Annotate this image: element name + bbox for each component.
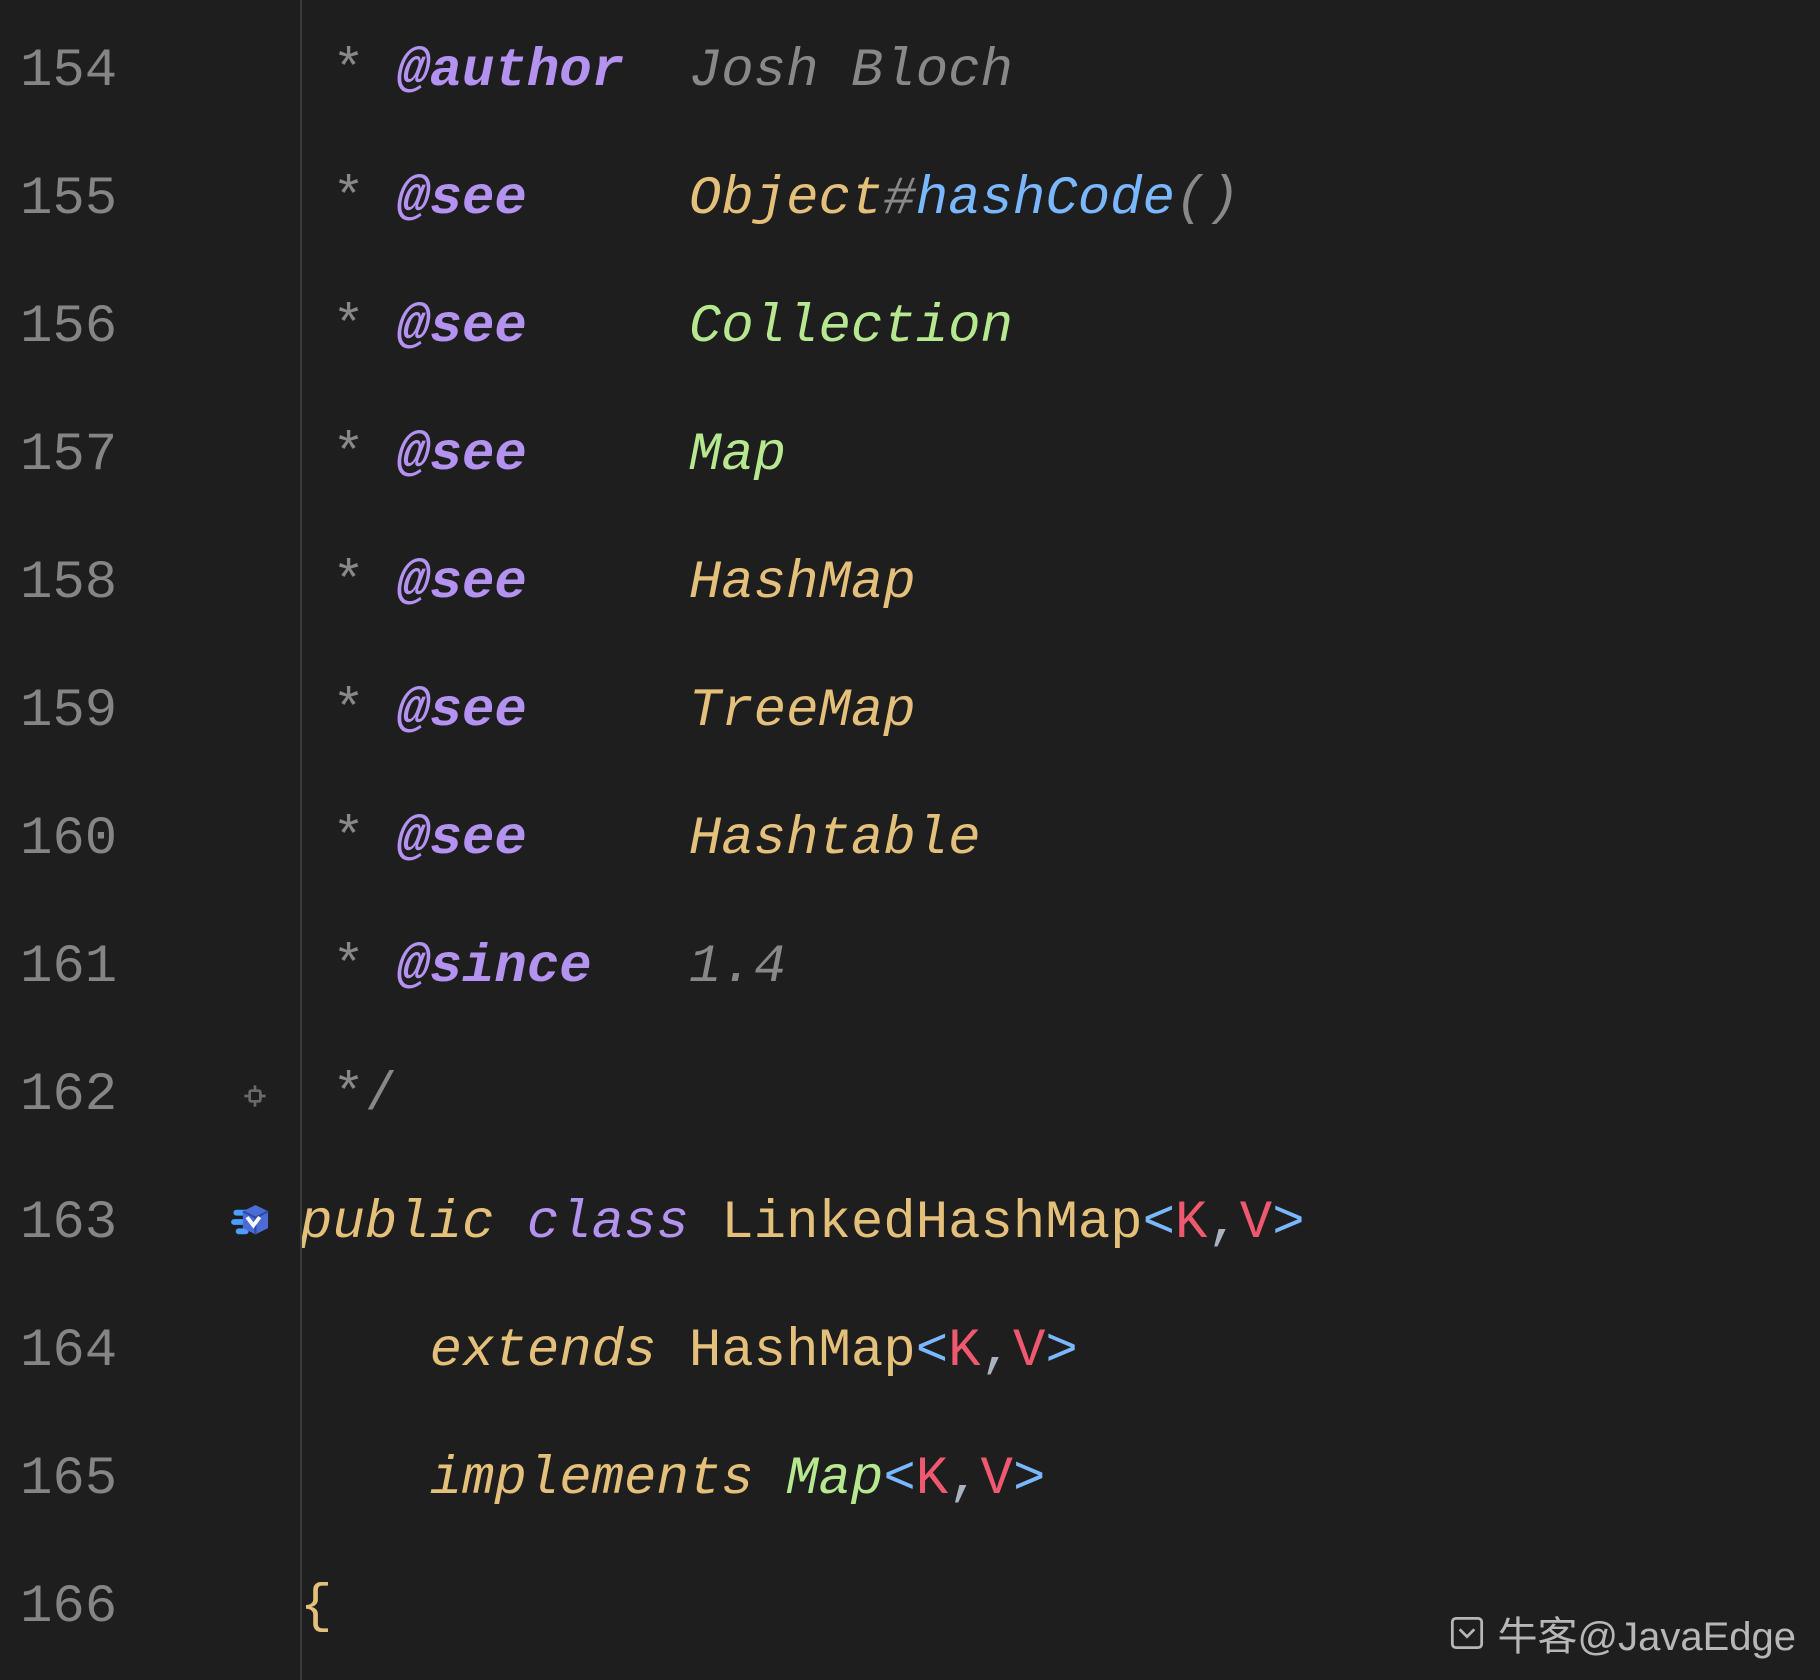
code-line[interactable]: * @since 1.4 <box>300 904 1820 1032</box>
gutter-icon-cell <box>210 264 300 392</box>
javadoc-tag: @see <box>397 681 527 742</box>
gutter-icon-cell <box>210 904 300 1032</box>
watermark-text: 牛客@JavaEdge <box>1497 1604 1796 1662</box>
javadoc-tag: @see <box>397 425 527 486</box>
gutter-icon-cell <box>210 1288 300 1416</box>
code-line[interactable]: extends HashMap<K,V> <box>300 1288 1820 1416</box>
line-number: 164 <box>0 1288 210 1416</box>
gutter-icon-cell <box>210 1160 300 1288</box>
class-gutter-icon[interactable] <box>227 1194 283 1255</box>
javadoc-tag: @see <box>397 169 527 230</box>
javadoc-tag: @since <box>397 937 591 998</box>
gutter-icon-cell <box>210 648 300 776</box>
line-number: 154 <box>0 8 210 136</box>
code-line[interactable]: * @see Hashtable <box>300 776 1820 904</box>
javadoc-tag: @see <box>397 809 527 870</box>
watermark-icon <box>1445 1611 1489 1655</box>
line-number: 159 <box>0 648 210 776</box>
code-line[interactable]: * @see Map <box>300 392 1820 520</box>
line-number: 156 <box>0 264 210 392</box>
indent-guide <box>300 0 302 1680</box>
gutter-icon-cell <box>210 392 300 520</box>
code-line[interactable]: */ <box>300 1032 1820 1160</box>
line-number: 161 <box>0 904 210 1032</box>
line-number: 160 <box>0 776 210 904</box>
gutter-icon-cell <box>210 520 300 648</box>
line-number: 158 <box>0 520 210 648</box>
code-line[interactable]: * @see Collection <box>300 264 1820 392</box>
code-line[interactable]: * @see HashMap <box>300 520 1820 648</box>
code-line[interactable]: * @author Josh Bloch <box>300 8 1820 136</box>
code-line[interactable]: * @see Object#hashCode() <box>300 136 1820 264</box>
line-number: 166 <box>0 1544 210 1672</box>
javadoc-tag: @see <box>397 553 527 614</box>
code-line[interactable]: public class LinkedHashMap<K,V> <box>300 1160 1820 1288</box>
javadoc-tag: @see <box>397 297 527 358</box>
line-number: 157 <box>0 392 210 520</box>
line-number: 165 <box>0 1416 210 1544</box>
javadoc-tag: @author <box>397 41 624 102</box>
gutter-icon-cell <box>210 8 300 136</box>
line-number: 155 <box>0 136 210 264</box>
code-area[interactable]: * @author Josh Bloch * @see Object#hashC… <box>300 0 1820 1680</box>
gutter-icon-cell <box>210 136 300 264</box>
code-editor[interactable]: 154155156157158159160161162163164165166 … <box>0 0 1820 1680</box>
gutter-icon-cell <box>210 776 300 904</box>
watermark: 牛客@JavaEdge <box>1445 1604 1796 1662</box>
fold-icon[interactable] <box>239 1080 271 1112</box>
line-number: 162 <box>0 1032 210 1160</box>
gutter-icon-cell <box>210 1544 300 1672</box>
code-line[interactable]: implements Map<K,V> <box>300 1416 1820 1544</box>
line-number-gutter: 154155156157158159160161162163164165166 <box>0 0 210 1680</box>
code-line[interactable]: * @see TreeMap <box>300 648 1820 776</box>
gutter-icon-cell <box>210 1416 300 1544</box>
icon-gutter <box>210 0 300 1680</box>
line-number: 163 <box>0 1160 210 1288</box>
gutter-icon-cell <box>210 1032 300 1160</box>
